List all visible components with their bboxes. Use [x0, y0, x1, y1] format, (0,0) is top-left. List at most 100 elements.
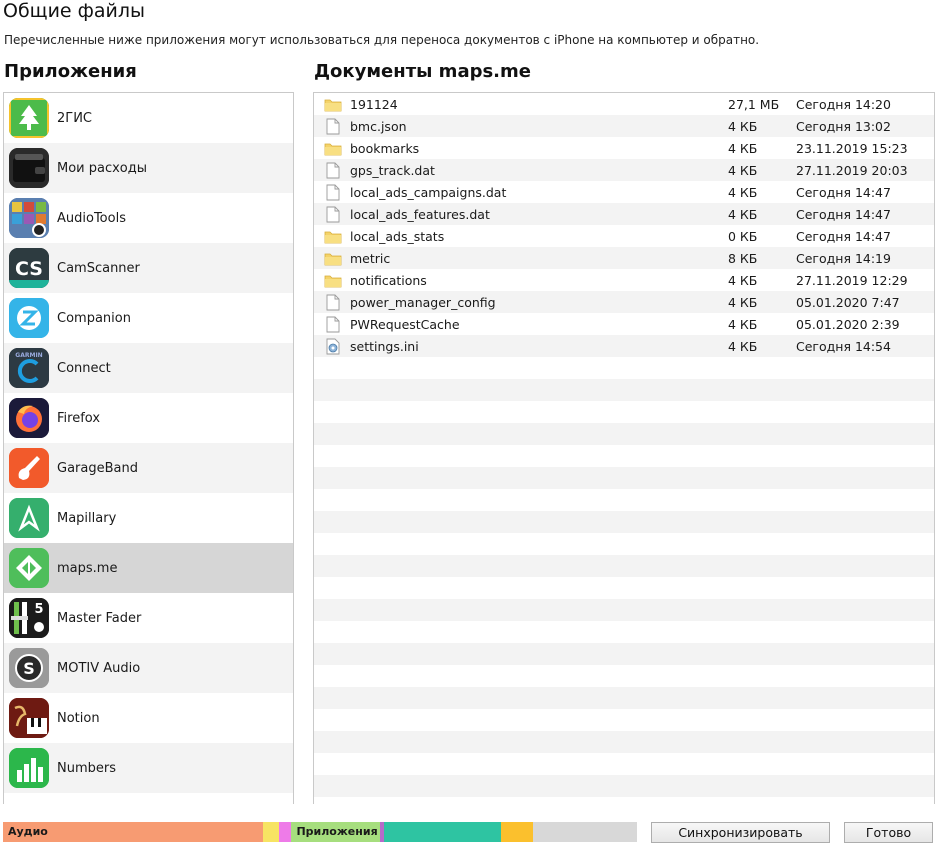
document-row[interactable]: bookmarks 4 КБ 23.11.2019 15:23	[314, 137, 934, 159]
file-icon	[323, 162, 343, 178]
documents-section-title: Документы maps.me	[314, 61, 531, 82]
storage-segment	[501, 822, 533, 842]
numbers-icon	[9, 748, 49, 788]
document-date: Сегодня 13:02	[796, 118, 891, 134]
document-date: Сегодня 14:54	[796, 338, 891, 354]
document-row[interactable]: notifications 4 КБ 27.11.2019 12:29	[314, 269, 934, 291]
app-list-item[interactable]: Notion	[4, 693, 293, 743]
document-row[interactable]: 191124 27,1 МБ Сегодня 14:20	[314, 93, 934, 115]
document-size: 27,1 МБ	[728, 96, 780, 112]
svg-text:CS: CS	[15, 258, 43, 280]
app-label: Мои расходы	[57, 160, 148, 176]
apps-list[interactable]: 2ГИС Мои расходы AudioTools CS CamScanner Com…	[3, 92, 294, 804]
document-size: 4 КБ	[728, 118, 758, 134]
motiv-audio-icon: S	[9, 648, 49, 688]
app-list-item[interactable]: Companion	[4, 293, 293, 343]
document-row[interactable]: power_manager_config 4 КБ 05.01.2020 7:47	[314, 291, 934, 313]
notion-icon	[9, 698, 49, 738]
apps-section-title: Приложения	[4, 61, 137, 82]
app-list-item[interactable]: Firefox	[4, 393, 293, 443]
document-size: 8 КБ	[728, 250, 758, 266]
app-list-item[interactable]: AudioTools	[4, 193, 293, 243]
page-title: Общие файлы	[3, 0, 146, 22]
document-date: Сегодня 14:47	[796, 228, 891, 244]
document-row[interactable]: PWRequestCache 4 КБ 05.01.2020 2:39	[314, 313, 934, 335]
document-row[interactable]: gps_track.dat 4 КБ 27.11.2019 20:03	[314, 159, 934, 181]
page-subtitle: Перечисленные ниже приложения могут испо…	[4, 33, 760, 47]
document-size: 4 КБ	[728, 184, 758, 200]
document-date: Сегодня 14:47	[796, 206, 891, 222]
app-label: Notion	[57, 710, 100, 726]
document-row[interactable]: metric 8 КБ Сегодня 14:19	[314, 247, 934, 269]
document-date: 05.01.2020 2:39	[796, 316, 900, 332]
app-label: GarageBand	[57, 460, 138, 476]
storage-segment	[532, 822, 637, 842]
file-icon	[323, 316, 343, 332]
document-size: 0 КБ	[728, 228, 758, 244]
app-list-item[interactable]: 2ГИС	[4, 93, 293, 143]
folder-icon	[323, 272, 343, 288]
storage-segment: Аудио	[3, 822, 263, 842]
document-name: gps_track.dat	[350, 162, 435, 178]
app-label: Numbers	[57, 760, 116, 776]
folder-icon	[323, 96, 343, 112]
document-name: bmc.json	[350, 118, 407, 134]
app-list-item[interactable]: S MOTIV Audio	[4, 643, 293, 693]
folder-icon	[323, 140, 343, 156]
document-row[interactable]: settings.ini 4 КБ Сегодня 14:54	[314, 335, 934, 357]
document-row[interactable]: local_ads_campaigns.dat 4 КБ Сегодня 14:47	[314, 181, 934, 203]
app-list-item[interactable]: GarageBand	[4, 443, 293, 493]
app-label: Mapillary	[57, 510, 117, 526]
document-name: PWRequestCache	[350, 316, 460, 332]
document-name: local_ads_stats	[350, 228, 445, 244]
file-icon	[323, 184, 343, 200]
app-list-item[interactable]: Numbers	[4, 743, 293, 793]
app-list-item[interactable]: Мои расходы	[4, 143, 293, 193]
document-name: 191124	[350, 96, 398, 112]
svg-text:GARMIN: GARMIN	[15, 352, 42, 359]
document-name: local_ads_features.dat	[350, 206, 490, 222]
app-list-item[interactable]: CS CamScanner	[4, 243, 293, 293]
settings-file-icon	[323, 338, 343, 354]
folder-icon	[323, 250, 343, 266]
done-button[interactable]: Готово	[844, 822, 933, 843]
app-label: 2ГИС	[57, 110, 93, 126]
app-label: Connect	[57, 360, 111, 376]
app-label: Master Fader	[57, 610, 142, 626]
document-row[interactable]: local_ads_features.dat 4 КБ Сегодня 14:47	[314, 203, 934, 225]
document-size: 4 КБ	[728, 206, 758, 222]
document-row[interactable]: bmc.json 4 КБ Сегодня 13:02	[314, 115, 934, 137]
app-list-item[interactable]: maps.me	[4, 543, 293, 593]
document-row[interactable]: local_ads_stats 0 КБ Сегодня 14:47	[314, 225, 934, 247]
app-label: AudioTools	[57, 210, 126, 226]
documents-list[interactable]: 191124 27,1 МБ Сегодня 14:20 bmc.json 4 КБ Се…	[313, 92, 935, 804]
wallet-icon	[9, 148, 49, 188]
document-date: 27.11.2019 20:03	[796, 162, 908, 178]
app-list-item[interactable]: Mapillary	[4, 493, 293, 543]
sync-button[interactable]: Синхронизировать	[651, 822, 830, 843]
document-size: 4 КБ	[728, 294, 758, 310]
2gis-icon	[9, 98, 49, 138]
folder-icon	[323, 228, 343, 244]
storage-segment-label: Приложения	[296, 825, 378, 838]
firefox-icon	[9, 398, 49, 438]
camscanner-icon: CS	[9, 248, 49, 288]
app-list-item[interactable]: 5 Master Fader	[4, 593, 293, 643]
document-date: Сегодня 14:20	[796, 96, 891, 112]
app-list-item[interactable]: GARMIN Connect	[4, 343, 293, 393]
document-name: notifications	[350, 272, 427, 288]
document-date: 05.01.2020 7:47	[796, 294, 900, 310]
document-date: Сегодня 14:19	[796, 250, 891, 266]
document-name: settings.ini	[350, 338, 419, 354]
file-icon	[323, 118, 343, 134]
storage-segment	[278, 822, 292, 842]
document-size: 4 КБ	[728, 140, 758, 156]
storage-segment	[262, 822, 279, 842]
document-size: 4 КБ	[728, 338, 758, 354]
file-icon	[323, 294, 343, 310]
master-fader-icon: 5	[9, 598, 49, 638]
storage-segment: Приложения	[291, 822, 381, 842]
storage-usage-bar: Аудио Приложения	[3, 822, 637, 842]
garageband-icon	[9, 448, 49, 488]
storage-segment-label: Аудио	[8, 825, 48, 838]
